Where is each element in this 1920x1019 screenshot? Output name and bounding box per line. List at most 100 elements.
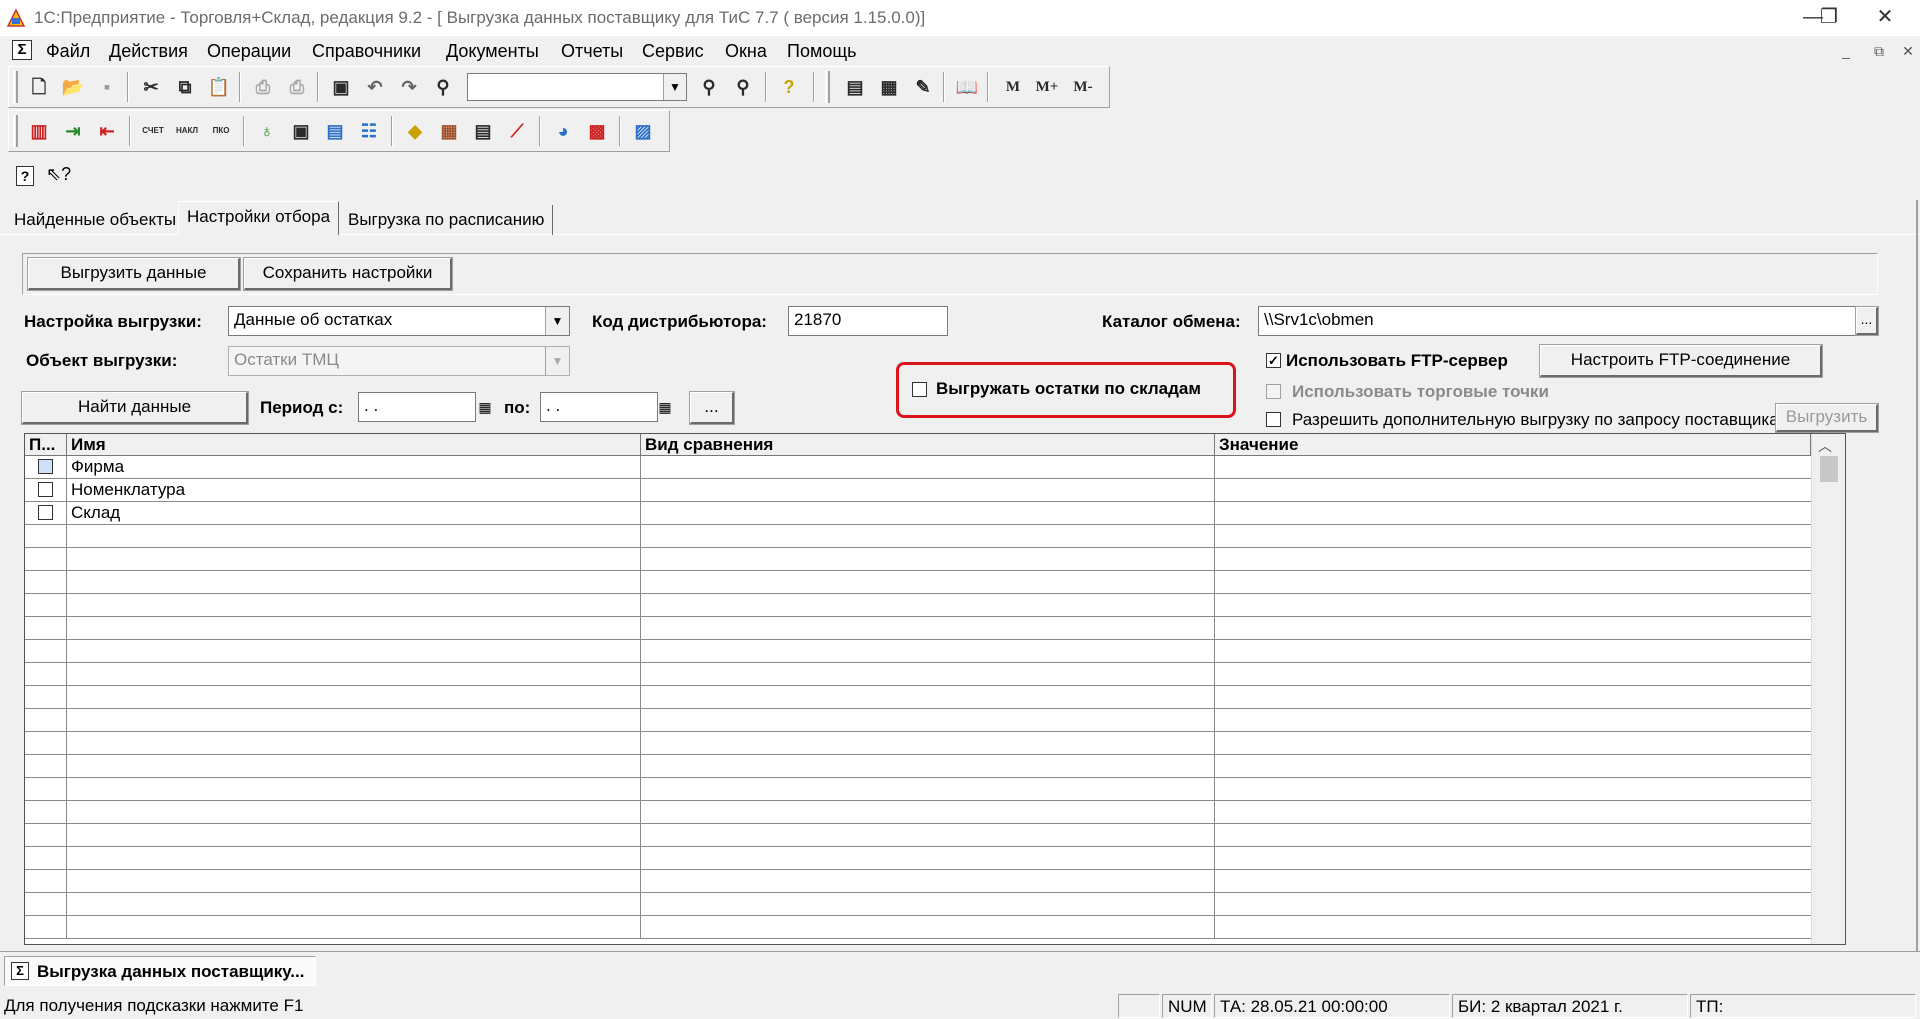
calendar-icon[interactable]: ▦ <box>656 395 674 419</box>
mdi-close-button[interactable]: ✕ <box>1897 41 1919 61</box>
calendar-icon[interactable]: ▦ <box>476 395 494 419</box>
use-cell[interactable] <box>25 778 67 801</box>
name-cell[interactable] <box>67 755 641 778</box>
find-next-icon[interactable]: ⚲ <box>695 73 723 101</box>
table-row[interactable] <box>25 801 1811 824</box>
use-cell[interactable] <box>25 640 67 663</box>
table-row[interactable]: Фирма <box>25 456 1811 479</box>
value-cell[interactable] <box>1215 525 1811 548</box>
use-cell[interactable] <box>25 686 67 709</box>
allow-extra-label[interactable]: Разрешить дополнительную выгрузку по зап… <box>1292 410 1779 430</box>
value-cell[interactable] <box>1215 732 1811 755</box>
menu-file[interactable]: Файл <box>46 41 90 62</box>
cut-icon[interactable]: ✂ <box>137 73 165 101</box>
use-cell[interactable] <box>25 525 67 548</box>
globe-icon[interactable]: ◕ <box>549 117 577 145</box>
comparison-cell[interactable] <box>641 525 1215 548</box>
menu-operations[interactable]: Операции <box>207 41 291 62</box>
row-use-checkbox[interactable] <box>38 482 53 497</box>
value-cell[interactable] <box>1215 479 1811 502</box>
tab-found-objects[interactable]: Найденные объекты <box>6 205 184 235</box>
name-cell[interactable] <box>67 870 641 893</box>
tab-scheduled-export[interactable]: Выгрузка по расписанию <box>340 205 554 235</box>
value-cell[interactable] <box>1215 847 1811 870</box>
table-row[interactable] <box>25 594 1811 617</box>
use-cell[interactable] <box>25 870 67 893</box>
use-cell[interactable] <box>25 732 67 755</box>
search-combo[interactable] <box>467 73 687 101</box>
properties-icon[interactable]: ▣ <box>327 73 355 101</box>
name-cell[interactable] <box>67 548 641 571</box>
row-use-checkbox[interactable] <box>38 505 53 520</box>
use-cell[interactable] <box>25 594 67 617</box>
table-row[interactable] <box>25 617 1811 640</box>
vertical-scrollbar[interactable]: ︿ <box>1811 434 1845 944</box>
table-row[interactable] <box>25 663 1811 686</box>
exchange-dir-input[interactable]: \\Srv1c\obmen <box>1258 306 1856 336</box>
table-row[interactable] <box>25 686 1811 709</box>
table-row[interactable] <box>25 709 1811 732</box>
find-data-button[interactable]: Найти данные <box>21 391 249 425</box>
comparison-cell[interactable] <box>641 663 1215 686</box>
column-use-header[interactable]: П... <box>25 434 67 456</box>
window-tab-supplier-export[interactable]: Σ Выгрузка данных поставщику... <box>4 956 316 986</box>
value-cell[interactable] <box>1215 893 1811 916</box>
value-cell[interactable] <box>1215 709 1811 732</box>
use-ftp-checkbox[interactable]: ✓ <box>1266 353 1281 368</box>
name-cell[interactable] <box>67 801 641 824</box>
warehouse-icon[interactable]: ▦ <box>435 117 463 145</box>
comparison-cell[interactable] <box>641 548 1215 571</box>
comparison-cell[interactable] <box>641 870 1215 893</box>
ftp-settings-button[interactable]: Настроить FTP-соединение <box>1539 344 1823 378</box>
comparison-cell[interactable] <box>641 824 1215 847</box>
tab-filter-settings[interactable]: Настройки отбора <box>178 201 340 235</box>
cash-receipt-icon[interactable]: ПКО <box>207 117 235 145</box>
use-cell[interactable] <box>25 617 67 640</box>
invoice-icon[interactable]: СЧЕТ <box>139 117 167 145</box>
use-cell[interactable] <box>25 479 67 502</box>
save-settings-button[interactable]: Сохранить настройки <box>243 257 453 291</box>
use-cell[interactable] <box>25 916 67 939</box>
table-row[interactable] <box>25 525 1811 548</box>
use-cell[interactable] <box>25 847 67 870</box>
name-cell[interactable] <box>67 778 641 801</box>
comparison-cell[interactable] <box>641 778 1215 801</box>
row-use-checkbox[interactable] <box>38 459 53 474</box>
column-value-header[interactable]: Значение <box>1215 434 1811 456</box>
value-cell[interactable] <box>1215 755 1811 778</box>
name-cell[interactable] <box>67 732 641 755</box>
name-cell[interactable] <box>67 824 641 847</box>
table-row[interactable] <box>25 571 1811 594</box>
money-bag-icon[interactable]: ♁ <box>253 117 281 145</box>
table-row[interactable] <box>25 548 1811 571</box>
menu-documents[interactable]: Документы <box>446 41 539 62</box>
report-icon[interactable]: ▤ <box>469 117 497 145</box>
menu-service[interactable]: Сервис <box>642 41 704 62</box>
value-cell[interactable] <box>1215 640 1811 663</box>
name-cell[interactable] <box>67 847 641 870</box>
toolbar-grip[interactable] <box>13 71 18 103</box>
cash-register-icon[interactable]: ▣ <box>287 117 315 145</box>
comparison-cell[interactable] <box>641 617 1215 640</box>
menu-windows[interactable]: Окна <box>725 41 767 62</box>
open-folder-icon[interactable]: 📂 <box>59 73 87 101</box>
name-cell[interactable] <box>67 525 641 548</box>
export-setting-select[interactable]: Данные об остатках ▼ <box>228 306 570 336</box>
menu-reports[interactable]: Отчеты <box>561 41 623 62</box>
comparison-cell[interactable] <box>641 640 1215 663</box>
value-cell[interactable] <box>1215 617 1811 640</box>
settings-icon[interactable]: ▨ <box>629 117 657 145</box>
table-row[interactable] <box>25 916 1811 939</box>
books-icon[interactable]: ▥ <box>25 117 53 145</box>
document-icon[interactable]: ▤ <box>321 117 349 145</box>
use-cell[interactable] <box>25 755 67 778</box>
comparison-cell[interactable] <box>641 755 1215 778</box>
name-cell[interactable]: Склад <box>67 502 641 525</box>
incoming-icon[interactable]: ⇥ <box>59 117 87 145</box>
save-icon[interactable]: ▪ <box>93 73 121 101</box>
comparison-cell[interactable] <box>641 732 1215 755</box>
distributor-code-input[interactable]: 21870 <box>788 306 948 336</box>
chat-icon[interactable]: ✎ <box>909 73 937 101</box>
filter-grid[interactable]: П... Имя Вид сравнения Значение Фирма Ном… <box>24 433 1846 945</box>
period-to-input[interactable]: . . <box>540 392 658 422</box>
